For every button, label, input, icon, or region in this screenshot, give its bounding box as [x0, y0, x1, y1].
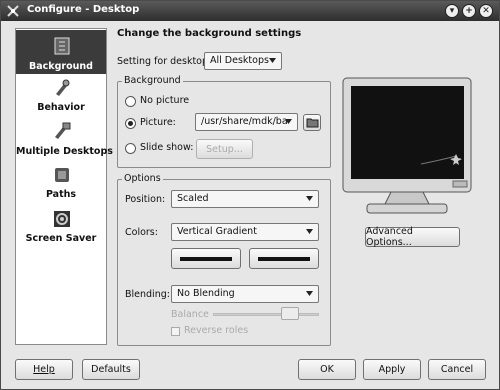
sidebar-item-behavior[interactable]: Behavior — [16, 78, 106, 120]
ok-label: OK — [320, 364, 334, 375]
sidebar-item-label: Behavior — [37, 102, 85, 113]
paths-icon — [55, 168, 69, 182]
desktop-select[interactable]: All Desktops — [204, 52, 282, 70]
sidebar-item-paths[interactable]: Paths — [16, 165, 106, 207]
colors-select[interactable]: Vertical Gradient — [171, 223, 319, 241]
sidebar-item-label: Multiple Desktops — [16, 146, 113, 157]
sidebar-item-label: Background — [29, 61, 93, 72]
picture-path-value: /usr/share/mdk/ba — [201, 116, 288, 127]
options-group-title: Options — [122, 173, 163, 184]
background-group-title: Background — [122, 75, 183, 86]
sidebar: Background Behavior Multiple Desktops Pa… — [15, 28, 113, 345]
shade-icon: ▾ — [449, 6, 455, 16]
defaults-label: Defaults — [91, 364, 131, 375]
advanced-options-button[interactable]: Advanced Options... — [365, 226, 460, 248]
configure-desktop-window: Configure - Desktop ▾ + ✕ Background Beh… — [0, 0, 500, 390]
help-button[interactable]: Help — [15, 359, 73, 380]
title-bar: Configure - Desktop ▾ + ✕ — [1, 1, 499, 21]
close-icon: ✕ — [482, 6, 490, 16]
colors-value: Vertical Gradient — [177, 226, 257, 237]
no-picture-label: No picture — [140, 95, 190, 106]
apply-button[interactable]: Apply — [363, 359, 421, 380]
app-logo-icon — [7, 5, 19, 17]
maximize-icon: + — [465, 6, 473, 16]
desktop-select-value: All Desktops — [210, 55, 269, 66]
primary-color-button[interactable] — [171, 248, 241, 269]
position-select[interactable]: Scaled — [171, 190, 319, 208]
sidebar-item-label: Screen Saver — [25, 233, 97, 244]
picture-radio[interactable] — [125, 118, 136, 129]
background-icon — [54, 37, 70, 55]
slide-show-label: Slide show: — [140, 142, 194, 153]
folder-open-icon — [306, 118, 318, 128]
balance-slider-track[interactable] — [213, 313, 319, 316]
browse-picture-button[interactable] — [303, 114, 321, 131]
sidebar-item-multiple-desktops[interactable]: Multiple Desktops — [16, 121, 113, 163]
colors-label: Colors: — [125, 227, 158, 238]
behavior-icon — [56, 79, 70, 96]
cancel-button[interactable]: Cancel — [428, 359, 486, 380]
multiple-desktops-icon — [55, 122, 71, 139]
blending-label: Blending: — [125, 289, 170, 300]
position-label: Position: — [125, 194, 166, 205]
sidebar-item-screen-saver[interactable]: Screen Saver — [16, 209, 106, 251]
chevron-down-icon — [306, 291, 313, 296]
picture-path-select[interactable]: /usr/share/mdk/ba — [195, 113, 298, 131]
chevron-down-icon — [306, 196, 313, 201]
cancel-label: Cancel — [440, 364, 474, 375]
page-title: Change the background settings — [117, 28, 302, 39]
close-button[interactable]: ✕ — [479, 4, 493, 18]
slide-show-radio[interactable] — [125, 143, 136, 154]
blending-value: No Blending — [177, 288, 235, 299]
secondary-color-button[interactable] — [249, 248, 319, 269]
apply-label: Apply — [378, 364, 406, 375]
reverse-roles-label: Reverse roles — [184, 325, 249, 336]
screen-saver-icon — [54, 211, 70, 227]
balance-label: Balance — [171, 309, 209, 320]
defaults-button[interactable]: Defaults — [82, 359, 140, 380]
blending-select[interactable]: No Blending — [171, 285, 319, 303]
shade-button[interactable]: ▾ — [445, 4, 459, 18]
maximize-button[interactable]: + — [462, 4, 476, 18]
window-title: Configure - Desktop — [27, 4, 140, 15]
sidebar-item-background[interactable]: Background — [16, 30, 106, 74]
monitor-preview — [342, 77, 472, 214]
chevron-down-icon — [269, 58, 276, 63]
secondary-color-swatch — [258, 257, 310, 261]
help-label: Help — [33, 364, 55, 375]
sidebar-item-label: Paths — [45, 189, 77, 200]
chevron-down-icon — [306, 229, 313, 234]
setup-button[interactable]: Setup... — [196, 139, 253, 159]
no-picture-radio[interactable] — [125, 96, 136, 107]
picture-label: Picture: — [140, 117, 176, 128]
ok-button[interactable]: OK — [298, 359, 356, 380]
balance-slider-handle[interactable] — [281, 307, 299, 320]
primary-color-swatch — [180, 257, 232, 261]
setting-for-desktop-label: Setting for desktop: — [117, 56, 212, 67]
reverse-roles-checkbox[interactable] — [171, 327, 180, 336]
chevron-down-icon — [285, 119, 292, 124]
position-value: Scaled — [177, 193, 209, 204]
